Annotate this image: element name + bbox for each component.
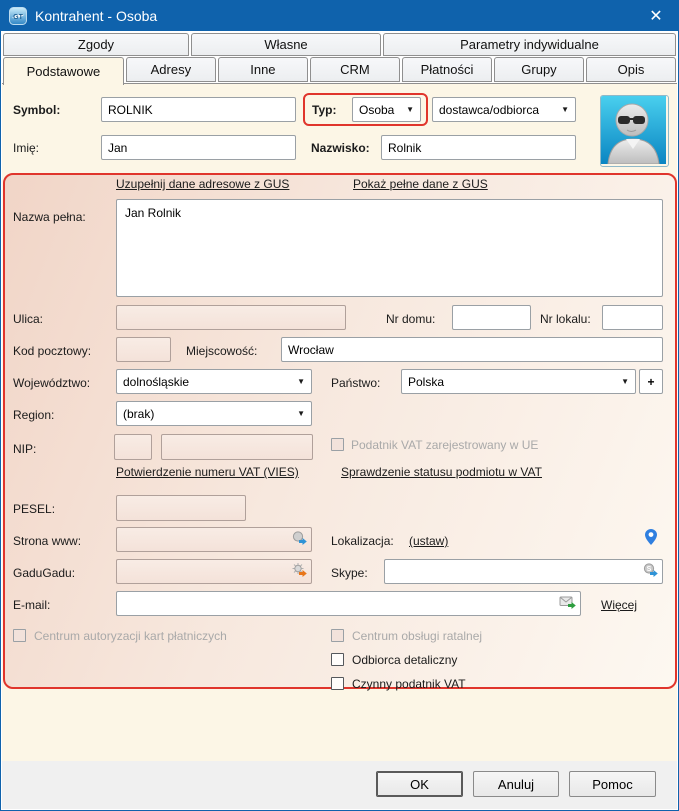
vat-ue-checkbox-label: Podatnik VAT zarejestrowany w UE (351, 438, 539, 452)
gadugadu-send-icon[interactable] (291, 562, 308, 581)
chevron-down-icon: ▼ (406, 105, 414, 114)
miejscowosc-label: Miejscowość: (186, 344, 258, 358)
panstwo-dropdown[interactable]: Polska ▼ (401, 369, 636, 394)
wojewodztwo-dropdown[interactable]: dolnośląskie ▼ (116, 369, 312, 394)
map-pin-icon[interactable] (644, 528, 658, 551)
typ-dropdown[interactable]: Osoba ▼ (352, 97, 421, 122)
region-label: Region: (13, 408, 55, 422)
send-email-icon[interactable] (559, 594, 577, 613)
kod-pocztowy-label: Kod pocztowy: (13, 344, 92, 358)
nr-domu-input[interactable] (452, 305, 531, 330)
kontrahent-dialog: GT Kontrahent - Osoba ✕ Zgody Własne Par… (0, 0, 679, 811)
strona-www-label: Strona www: (13, 534, 82, 548)
tab-opis[interactable]: Opis (586, 57, 677, 82)
nr-lokalu-input[interactable] (602, 305, 663, 330)
ulica-label: Ulica: (13, 312, 44, 326)
nip-number-input[interactable] (161, 434, 313, 460)
cancel-button[interactable]: Anuluj (473, 771, 559, 797)
secondary-tab-strip: Zgody Własne Parametry indywidualne (3, 33, 676, 56)
strona-www-input[interactable] (116, 527, 312, 552)
imie-label: Imię: (13, 141, 40, 155)
tab-parametry-indywidualne[interactable]: Parametry indywidualne (383, 33, 676, 56)
app-icon: GT (9, 7, 27, 25)
centrum-kart-checkbox (13, 629, 26, 642)
email-more-link[interactable]: Więcej (601, 598, 637, 612)
vat-ue-checkbox (331, 438, 344, 451)
help-button[interactable]: Pomoc (569, 771, 656, 797)
tab-wlasne[interactable]: Własne (191, 33, 381, 56)
svg-text:GT: GT (13, 14, 23, 21)
chevron-down-icon: ▼ (621, 377, 629, 386)
typ-label: Typ: (312, 103, 337, 117)
ok-button[interactable]: OK (376, 771, 463, 797)
tab-grupy[interactable]: Grupy (493, 57, 584, 82)
nazwisko-input[interactable]: Rolnik (381, 135, 576, 160)
tab-inne[interactable]: Inne (217, 57, 308, 82)
nr-lokalu-label: Nr lokalu: (540, 312, 591, 326)
skype-label: Skype: (331, 566, 368, 580)
title-bar: GT Kontrahent - Osoba ✕ (1, 1, 678, 31)
rodzaj-dropdown[interactable]: dostawca/odbiorca ▼ (432, 97, 576, 122)
miejscowosc-input[interactable]: Wrocław (281, 337, 663, 362)
nr-domu-label: Nr domu: (386, 312, 436, 326)
wojewodztwo-label: Województwo: (13, 376, 91, 390)
email-label: E-mail: (13, 598, 51, 612)
centrum-rat-checkbox-label: Centrum obsługi ratalnej (352, 629, 483, 643)
skype-call-icon[interactable]: S (642, 562, 659, 581)
gadugadu-input[interactable] (116, 559, 312, 584)
nip-prefix-input[interactable] (114, 434, 152, 460)
person-avatar (600, 95, 669, 167)
main-tab-strip: Podstawowe Adresy Inne CRM Płatności Gru… (3, 57, 677, 85)
nazwisko-label: Nazwisko: (311, 141, 370, 155)
panstwo-label: Państwo: (331, 376, 381, 390)
lokalizacja-ustaw-link[interactable]: (ustaw) (409, 534, 448, 548)
email-input[interactable] (116, 591, 581, 616)
odbiorca-detaliczny-checkbox[interactable] (331, 653, 344, 666)
imie-input[interactable]: Jan (101, 135, 296, 160)
lokalizacja-label: Lokalizacja: (331, 534, 394, 548)
vat-status-link[interactable]: Sprawdzenie statusu podmiotu w VAT (341, 465, 542, 479)
skype-input[interactable]: S (384, 559, 663, 584)
tab-podstawowe[interactable]: Podstawowe (3, 57, 124, 85)
ulica-input[interactable] (116, 305, 346, 330)
nazwa-pelna-label: Nazwa pełna: (13, 210, 86, 224)
add-country-button[interactable]: + (639, 369, 663, 394)
tab-platnosci[interactable]: Płatności (401, 57, 492, 82)
gus-show-link[interactable]: Pokaż pełne dane z GUS (353, 177, 488, 191)
tab-crm[interactable]: CRM (309, 57, 400, 82)
centrum-kart-checkbox-label: Centrum autoryzacji kart płatniczych (34, 629, 227, 643)
pesel-label: PESEL: (13, 502, 56, 516)
odbiorca-detaliczny-checkbox-label: Odbiorca detaliczny (352, 653, 458, 667)
symbol-input[interactable]: ROLNIK (101, 97, 296, 122)
region-dropdown[interactable]: (brak) ▼ (116, 401, 312, 426)
tab-zgody[interactable]: Zgody (3, 33, 189, 56)
vies-link[interactable]: Potwierdzenie numeru VAT (VIES) (116, 465, 299, 479)
gadugadu-label: GaduGadu: (13, 566, 76, 580)
chevron-down-icon: ▼ (297, 409, 305, 418)
centrum-rat-checkbox (331, 629, 344, 642)
tab-adresy[interactable]: Adresy (125, 57, 216, 82)
nazwa-pelna-textarea[interactable]: Jan Rolnik (116, 199, 663, 297)
close-icon[interactable]: ✕ (642, 6, 670, 26)
chevron-down-icon: ▼ (297, 377, 305, 386)
czynny-vat-checkbox-label: Czynny podatnik VAT (352, 677, 466, 691)
open-website-icon[interactable] (291, 530, 308, 549)
gus-fill-link[interactable]: Uzupełnij dane adresowe z GUS (116, 177, 289, 191)
czynny-vat-checkbox[interactable] (331, 677, 344, 690)
pesel-input[interactable] (116, 495, 246, 521)
window-title: Kontrahent - Osoba (35, 8, 158, 24)
kod-pocztowy-input[interactable] (116, 337, 171, 362)
symbol-label: Symbol: (13, 103, 61, 117)
nip-label: NIP: (13, 442, 37, 456)
chevron-down-icon: ▼ (561, 105, 569, 114)
